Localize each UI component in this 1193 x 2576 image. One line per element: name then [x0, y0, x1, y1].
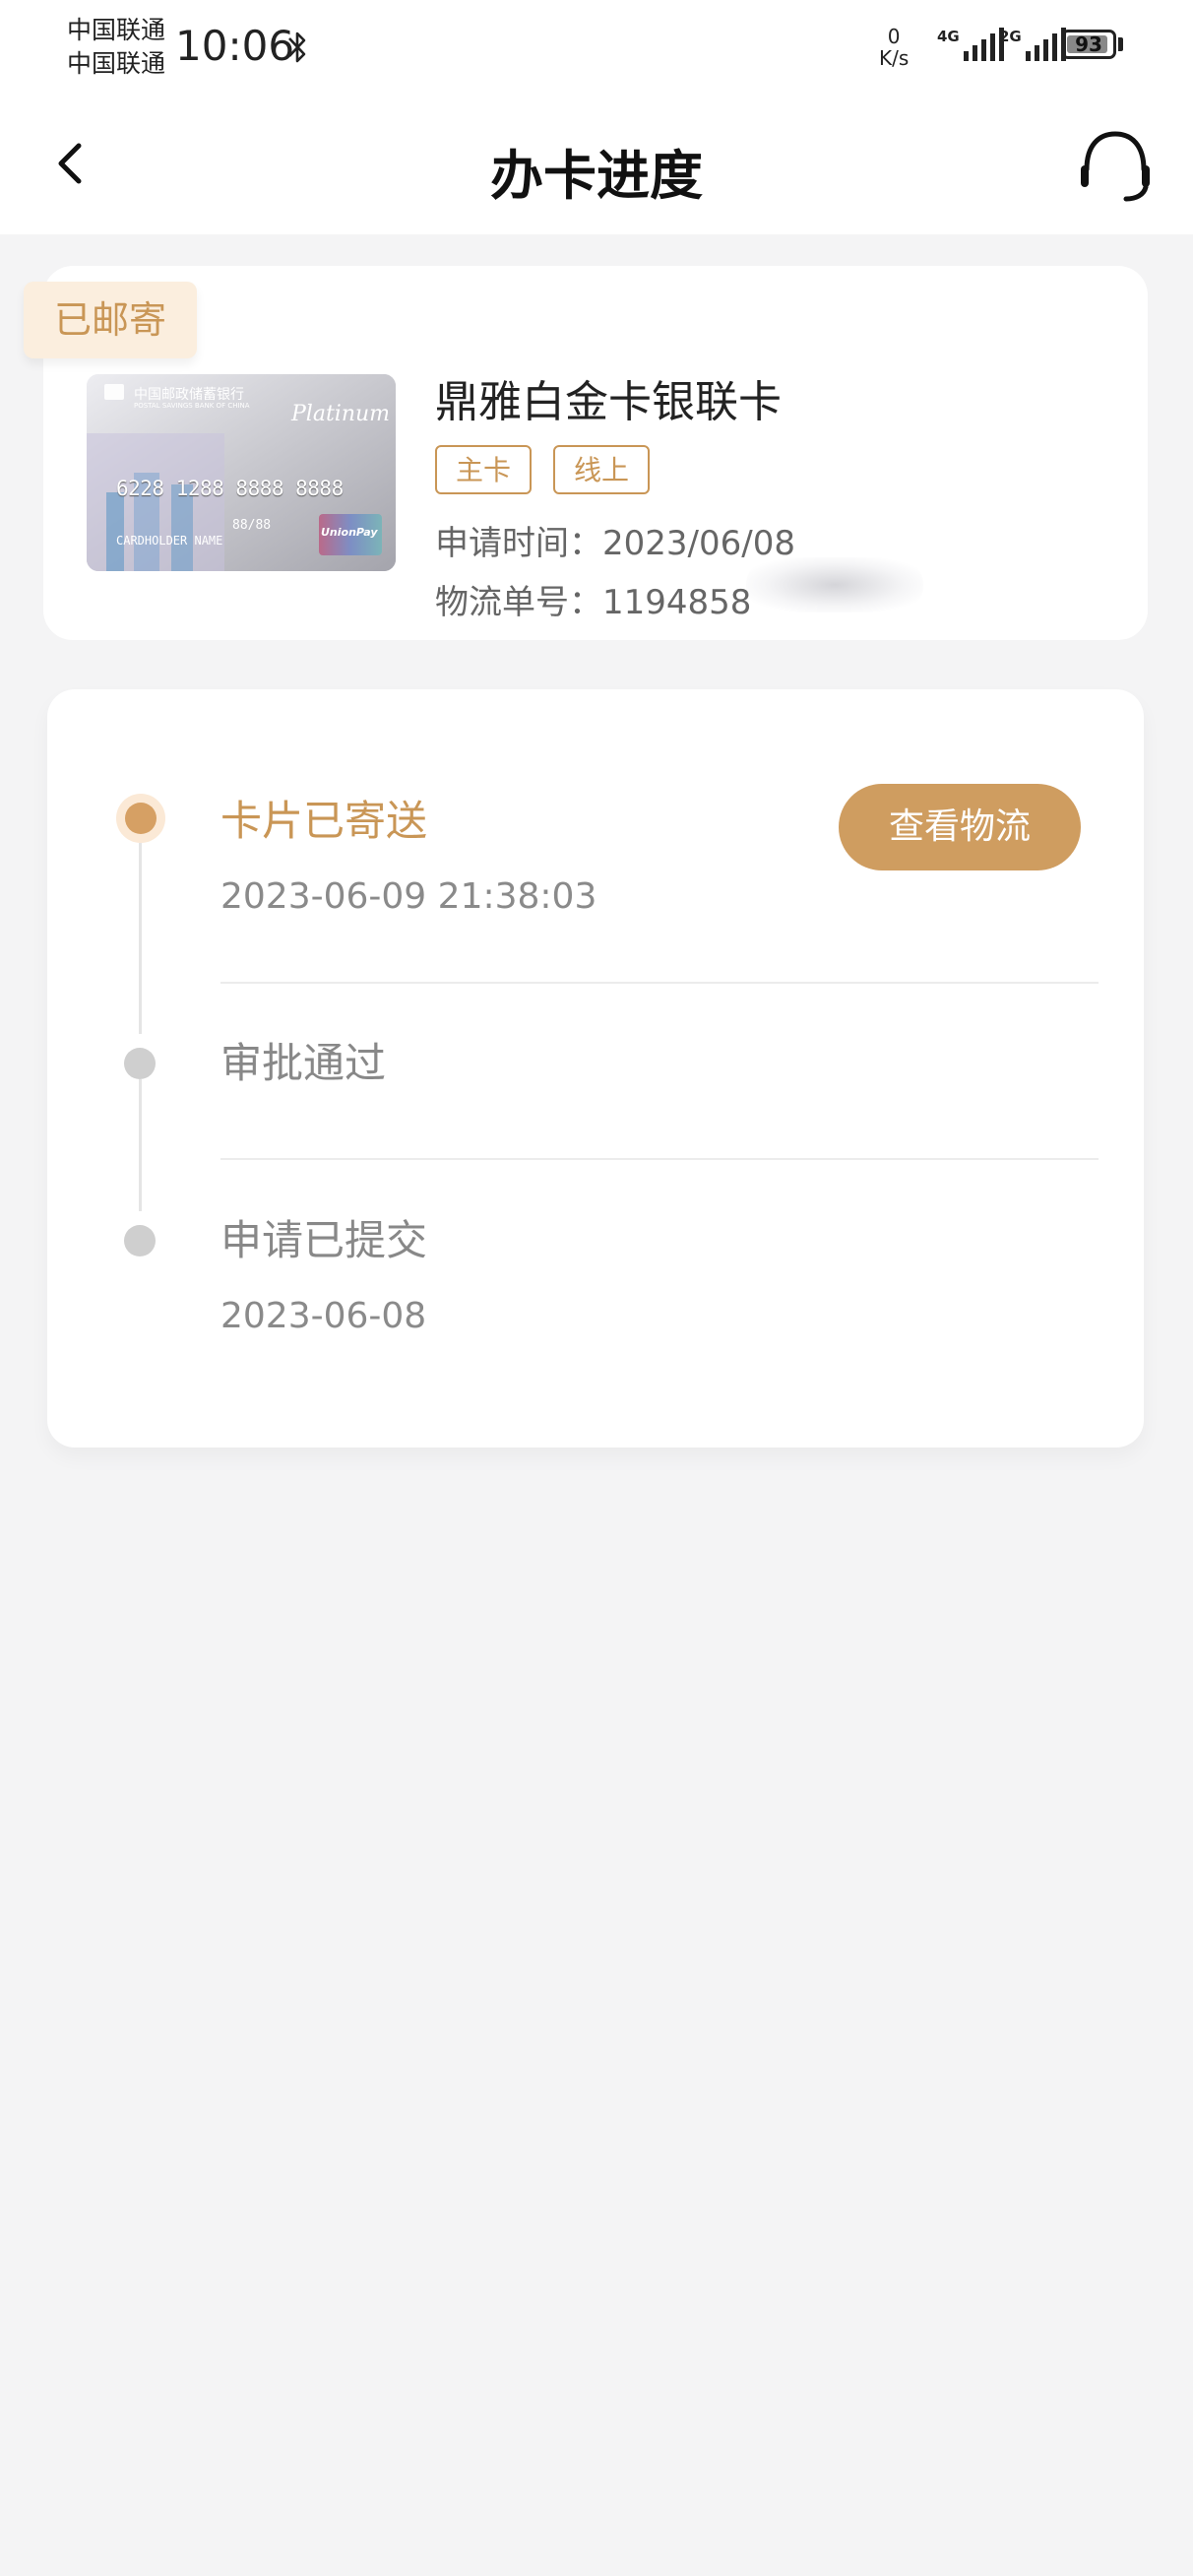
card-holder: CARDHOLDER NAME: [116, 534, 223, 547]
step-title-shipped: 卡片已寄送: [220, 797, 428, 845]
step-title-submitted: 申请已提交: [220, 1216, 428, 1264]
redaction-blur: [746, 557, 923, 612]
status-time: 10:06: [175, 22, 295, 70]
timeline-connector: [139, 843, 142, 1034]
bluetooth-icon: [288, 32, 306, 63]
tracking-label: 物流单号：: [435, 583, 602, 622]
status-bar: 中国联通 中国联通 10:06 0 K/s 4G 2G 93: [0, 0, 1193, 98]
card-bank-name-en: POSTAL SAVINGS BANK OF CHINA: [134, 402, 250, 410]
card-name: 鼎雅白金卡银联卡: [435, 377, 782, 427]
unionpay-logo: UnionPay: [319, 514, 382, 555]
apply-time-label: 申请时间：: [435, 524, 602, 563]
timeline-dot-active: [125, 803, 157, 834]
card-valid: 88/88: [232, 518, 272, 533]
timeline-connector: [139, 1079, 142, 1211]
page-title: 办卡进度: [490, 145, 703, 207]
signal-1-icon: 4G: [937, 28, 1004, 61]
card-image: 中国邮政储蓄银行 POSTAL SAVINGS BANK OF CHINA Pl…: [87, 374, 396, 571]
view-logistics-button[interactable]: 查看物流: [839, 784, 1081, 870]
step-title-approved: 审批通过: [220, 1039, 387, 1087]
tracking-line: 物流单号：1194858: [435, 575, 751, 623]
timeline-dot: [124, 1048, 156, 1079]
signal-2-icon: 2G: [999, 28, 1066, 61]
card-number: 6228 1288 8888 8888: [116, 477, 344, 500]
carrier-2: 中国联通: [67, 49, 166, 78]
mailed-status-tag: 已邮寄: [24, 282, 197, 358]
timeline-dot: [124, 1225, 156, 1256]
nav-header: 办卡进度: [0, 98, 1193, 234]
step-divider: [220, 1158, 1099, 1160]
card-bank-name: 中国邮政储蓄银行: [134, 387, 244, 403]
customer-service-icon[interactable]: [1073, 126, 1158, 205]
tag-primary-card: 主卡: [435, 445, 532, 494]
apply-time-line: 申请时间：2023/06/08: [435, 516, 795, 564]
step-time-shipped: 2023-06-09 21:38:03: [220, 876, 597, 917]
battery-tip: [1118, 37, 1123, 51]
step-divider: [220, 982, 1099, 984]
step-time-submitted: 2023-06-08: [220, 1296, 427, 1336]
battery-icon: 93: [1061, 30, 1116, 59]
carrier-labels: 中国联通 中国联通: [67, 14, 165, 81]
tracking-value: 1194858: [602, 583, 752, 622]
tag-online: 线上: [553, 445, 650, 494]
card-tier: Platinum: [291, 402, 391, 426]
carrier-1: 中国联通: [67, 16, 166, 44]
net-speed: 0 K/s: [879, 25, 910, 70]
